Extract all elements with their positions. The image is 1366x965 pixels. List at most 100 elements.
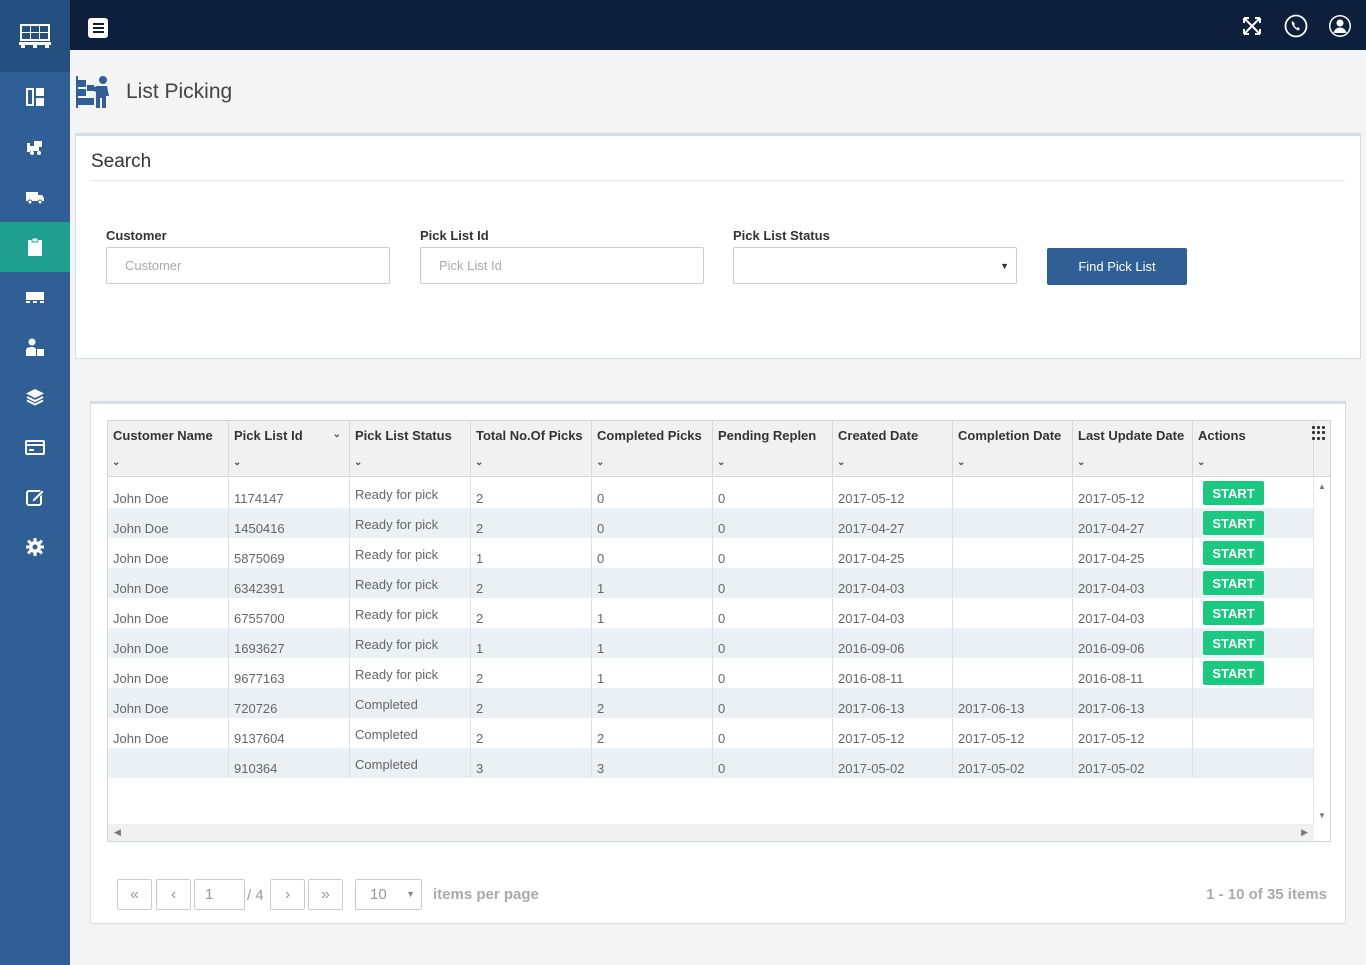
- table-row[interactable]: 910364 Completed 3 3 0 2017-05-02 2017-05-02 20…: [108, 748, 1314, 778]
- cell-text: 6755700: [234, 611, 285, 626]
- cell-text: 2017-05-12: [838, 731, 905, 746]
- cell-text: 2017-04-03: [838, 581, 905, 596]
- filter-chevron-icon[interactable]: ⌄: [957, 457, 965, 468]
- table-row[interactable]: John Doe 720726 Completed 2 2 0 2017-06-13 2017…: [108, 688, 1314, 718]
- cell-pending-replen: 0: [713, 598, 833, 628]
- user-button[interactable]: [1328, 14, 1352, 38]
- cell-pending-replen: 0: [713, 748, 833, 778]
- last-page-button[interactable]: »: [308, 879, 343, 910]
- column-header-completed-picks[interactable]: Completed Picks ⌄: [592, 421, 713, 476]
- column-header-last-update-date[interactable]: Last Update Date ⌄: [1073, 421, 1193, 476]
- nav-workers[interactable]: [0, 322, 70, 372]
- scroll-up-icon[interactable]: ▲: [1318, 482, 1326, 491]
- items-per-page-select[interactable]: 10 ▼: [355, 879, 422, 910]
- picklist-status-select[interactable]: ▼: [733, 247, 1017, 284]
- cell-text: Ready for pick: [355, 607, 439, 622]
- table-row[interactable]: John Doe 6342391 Ready for pick 2 1 0 2017-04-…: [108, 568, 1314, 598]
- cell-completed-picks: 3: [592, 748, 713, 778]
- nav-dashboard[interactable]: [0, 72, 70, 122]
- scroll-right-icon[interactable]: ▶: [1301, 827, 1308, 838]
- filter-chevron-icon[interactable]: ⌄: [717, 457, 725, 468]
- table-row[interactable]: John Doe 5875069 Ready for pick 1 0 0 2017-04-…: [108, 538, 1314, 568]
- table-row[interactable]: John Doe 1174147 Ready for pick 2 0 0 2017-05-…: [108, 478, 1314, 508]
- column-header-total-picks[interactable]: Total No.Of Picks ⌄: [471, 421, 592, 476]
- scroll-down-icon[interactable]: ▼: [1318, 811, 1326, 820]
- column-header-actions[interactable]: Actions ⌄: [1193, 421, 1314, 476]
- column-header-pending-replen[interactable]: Pending Replen ⌄: [713, 421, 833, 476]
- menu-toggle-button[interactable]: [88, 18, 108, 38]
- cell-text: 2017-05-12: [958, 731, 1025, 746]
- start-button[interactable]: START: [1203, 601, 1264, 625]
- start-button[interactable]: START: [1203, 631, 1264, 655]
- search-panel: Search Customer Pick List Id Pick List S…: [75, 133, 1361, 359]
- column-header-created-date[interactable]: Created Date ⌄: [833, 421, 953, 476]
- cell-completed-picks: 0: [592, 478, 713, 508]
- nav-receiving[interactable]: [0, 122, 70, 172]
- table-row[interactable]: John Doe 9137604 Completed 2 2 0 2017-05-12 201…: [108, 718, 1314, 748]
- prev-page-button[interactable]: ‹: [156, 879, 191, 910]
- nav-inventory[interactable]: [0, 372, 70, 422]
- column-header-customer-name[interactable]: Customer Name ⌄: [108, 421, 229, 476]
- cell-text: John Doe: [113, 731, 169, 746]
- customer-input[interactable]: [106, 247, 390, 284]
- table-row[interactable]: John Doe 1693627 Ready for pick 1 1 0 2016-09-…: [108, 628, 1314, 658]
- scroll-left-icon[interactable]: ◀: [114, 827, 121, 838]
- table-row[interactable]: John Doe 6755700 Ready for pick 2 1 0 2017-04-…: [108, 598, 1314, 628]
- cell-text: 0: [718, 641, 726, 656]
- table-row[interactable]: John Doe 9677163 Ready for pick 2 1 0 2016-08-…: [108, 658, 1314, 688]
- fullscreen-button[interactable]: [1240, 14, 1264, 38]
- divider: [91, 180, 1345, 181]
- cell-pick-list-status: Completed: [350, 748, 471, 778]
- cell-completion-date: 2017-05-12: [953, 718, 1073, 748]
- next-page-button[interactable]: ›: [270, 879, 305, 910]
- cell-pick-list-id: 720726: [229, 688, 350, 718]
- cell-actions: START: [1193, 508, 1314, 538]
- cell-text: 2017-04-25: [838, 551, 905, 566]
- find-pick-list-button[interactable]: Find Pick List: [1047, 248, 1187, 285]
- filter-chevron-icon[interactable]: ⌄: [475, 457, 483, 468]
- nav-edit[interactable]: [0, 472, 70, 522]
- nav-settings[interactable]: [0, 522, 70, 572]
- truck-icon: [26, 192, 44, 205]
- page-number-input[interactable]: [194, 879, 245, 910]
- picklist-id-input[interactable]: [420, 247, 704, 284]
- filter-chevron-icon[interactable]: ⌄: [112, 457, 120, 468]
- cell-text: 0: [597, 551, 605, 566]
- caret-down-icon: ▼: [406, 889, 415, 899]
- column-menu-button[interactable]: [1308, 421, 1330, 445]
- cell-pending-replen: 0: [713, 688, 833, 718]
- cell-text: 0: [597, 521, 605, 536]
- topbar-actions: [1240, 14, 1352, 38]
- nav-billing[interactable]: [0, 422, 70, 472]
- filter-chevron-icon[interactable]: ⌄: [1197, 457, 1205, 468]
- start-button[interactable]: START: [1203, 541, 1264, 565]
- nav-shipping[interactable]: [0, 172, 70, 222]
- horizontal-scrollbar[interactable]: ◀ ▶: [108, 824, 1314, 841]
- column-header-pick-list-id[interactable]: Pick List Id ⌄ ⌄: [229, 421, 350, 476]
- start-button[interactable]: START: [1203, 511, 1264, 535]
- start-button[interactable]: START: [1203, 571, 1264, 595]
- nav-dock[interactable]: [0, 272, 70, 322]
- cell-actions: START: [1193, 568, 1314, 598]
- filter-chevron-icon[interactable]: ⌄: [837, 457, 845, 468]
- start-button[interactable]: START: [1203, 661, 1264, 685]
- logo[interactable]: [0, 0, 70, 72]
- table-row[interactable]: John Doe 1450416 Ready for pick 2 0 0 2017-04-…: [108, 508, 1314, 538]
- first-page-button[interactable]: «: [117, 879, 152, 910]
- filter-chevron-icon[interactable]: ⌄: [596, 457, 604, 468]
- cell-text: John Doe: [113, 581, 169, 596]
- column-header-pick-list-status[interactable]: Pick List Status ⌄: [350, 421, 471, 476]
- filter-chevron-icon[interactable]: ⌄: [354, 457, 362, 468]
- vertical-scrollbar[interactable]: ▲ ▼: [1313, 478, 1330, 824]
- cell-text: 2: [476, 731, 484, 746]
- sort-chevron-icon[interactable]: ⌄: [333, 429, 341, 440]
- nav-picking[interactable]: [0, 222, 70, 272]
- cell-text: 2017-04-25: [1078, 551, 1145, 566]
- cell-completion-date: [953, 568, 1073, 598]
- filter-chevron-icon[interactable]: ⌄: [1077, 457, 1085, 468]
- column-header-completion-date[interactable]: Completion Date ⌄: [953, 421, 1073, 476]
- phone-button[interactable]: [1284, 14, 1308, 38]
- start-button[interactable]: START: [1203, 481, 1264, 505]
- cell-actions: START: [1193, 658, 1314, 688]
- filter-chevron-icon[interactable]: ⌄: [233, 457, 241, 468]
